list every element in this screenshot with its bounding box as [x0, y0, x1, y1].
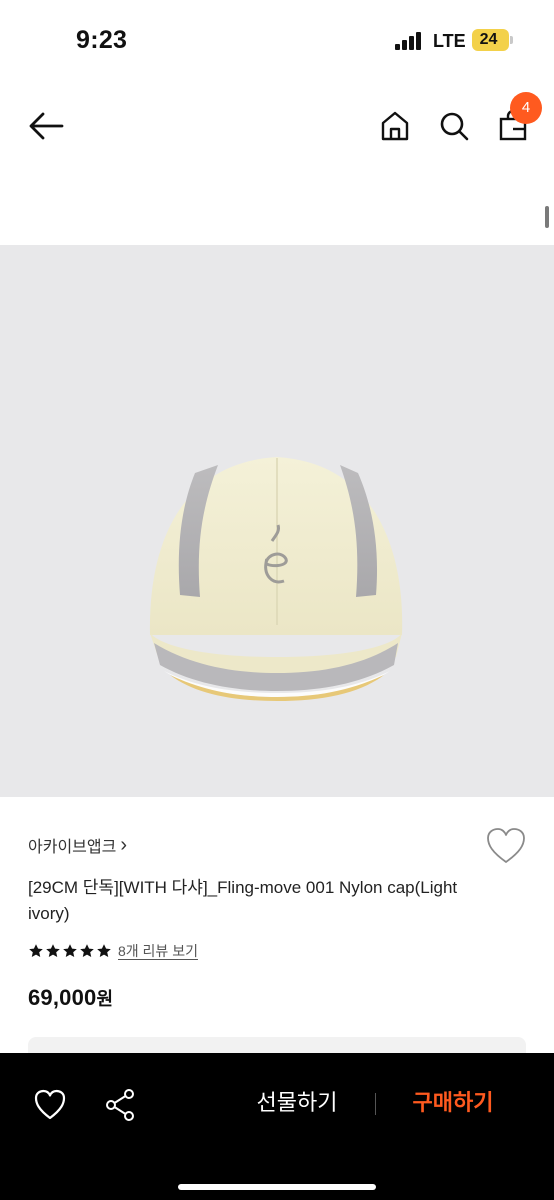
chevron-right-icon: › [120, 834, 127, 856]
rating-stars [28, 943, 112, 959]
share-icon [106, 1089, 134, 1121]
gift-button[interactable]: 선물하기 [232, 1081, 362, 1125]
status-bar: 9:23 LTE 24 [0, 0, 554, 84]
star-icon [97, 944, 111, 957]
home-button[interactable] [373, 104, 417, 148]
home-icon [381, 111, 409, 141]
top-nav [0, 84, 554, 174]
brand-name: 아카이브앱크 [28, 839, 117, 856]
network-type: LTE [433, 31, 466, 51]
price-unit: 원 [96, 989, 114, 1009]
scroll-indicator [545, 206, 549, 228]
review-link[interactable]: 8개 리뷰 보기 [118, 941, 198, 961]
star-icon [80, 944, 94, 957]
search-button[interactable] [432, 104, 476, 148]
star-icon [46, 944, 60, 957]
nylon-cap-image [149, 457, 403, 701]
star-icon [63, 944, 77, 957]
product-price: 69,000원 [28, 985, 113, 1011]
star-icon [29, 944, 43, 957]
search-icon [440, 112, 469, 141]
bottom-purchase-bar: 선물하기 구매하기 [0, 1053, 554, 1200]
buy-button[interactable]: 구매하기 [388, 1081, 518, 1125]
bottom-wishlist-button[interactable] [30, 1085, 70, 1125]
share-button[interactable] [100, 1085, 140, 1125]
rating-summary: 8개 리뷰 보기 [28, 941, 198, 961]
brand-link[interactable]: 아카이브앱크 › [28, 833, 127, 857]
status-time: 9:23 [76, 26, 128, 54]
product-image[interactable] [0, 245, 554, 797]
price-value: 69,000 [28, 985, 97, 1010]
home-indicator [178, 1184, 376, 1190]
wishlist-button[interactable] [484, 826, 528, 866]
battery-cap [510, 36, 513, 44]
heart-outline-icon [34, 1089, 66, 1120]
battery-level: 24 [479, 31, 498, 48]
cart-count-badge: 4 [510, 92, 542, 124]
battery-icon: 24 [472, 29, 509, 51]
product-title: [29CM 단독][WITH 다샤]_Fling-move 001 Nylon … [28, 878, 458, 923]
heart-outline-icon [487, 828, 525, 863]
back-arrow-icon [29, 112, 64, 140]
signal-strength-icon [395, 32, 425, 50]
divider [375, 1093, 376, 1115]
back-button[interactable] [24, 104, 68, 148]
